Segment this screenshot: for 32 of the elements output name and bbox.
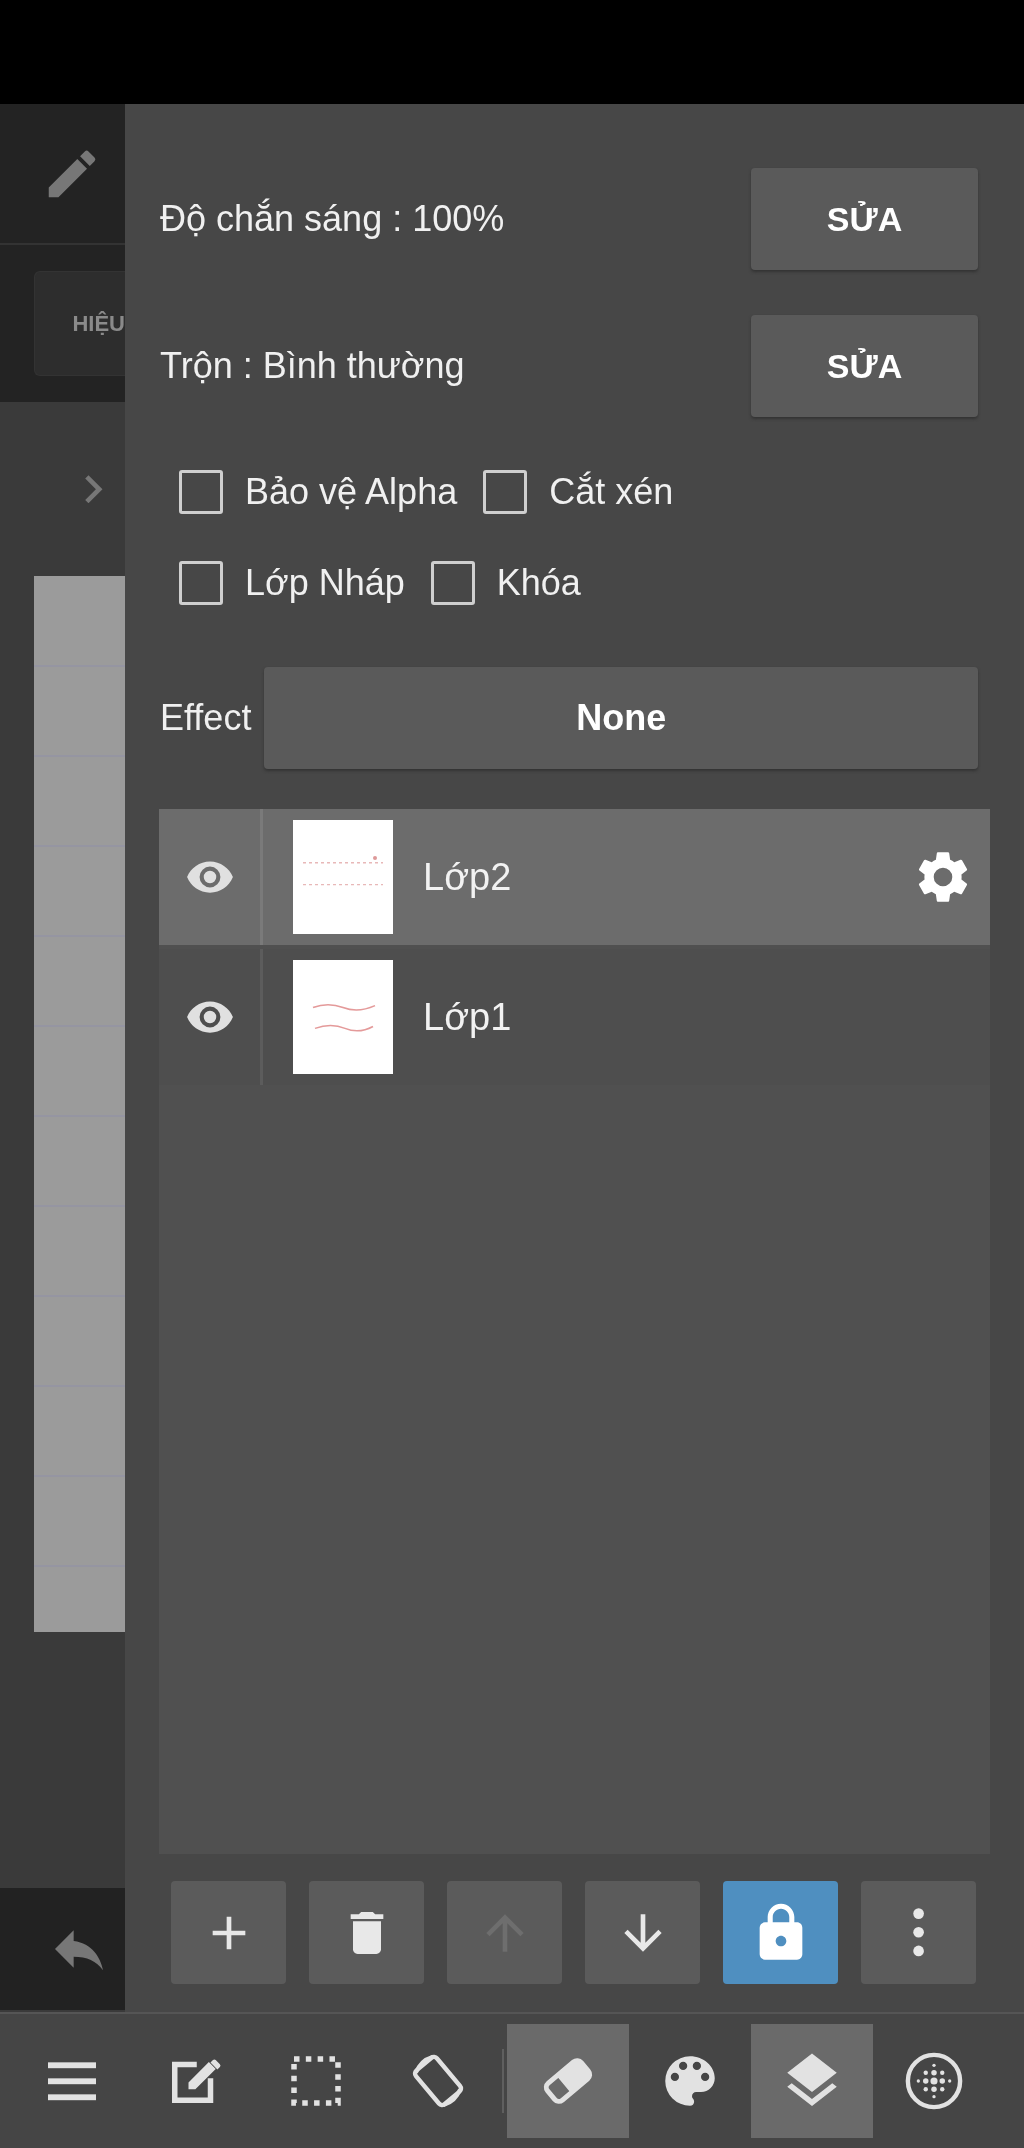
checkbox-option[interactable]: Khóa	[430, 561, 581, 605]
arrow-down-button[interactable]	[585, 1881, 700, 1984]
opacity-label: Độ chắn sáng : 100%	[159, 198, 505, 240]
layer-name: Lớp1	[423, 995, 513, 1039]
more-button[interactable]	[861, 1881, 976, 1984]
checkbox-option[interactable]: Lớp Nháp	[179, 561, 405, 605]
checkbox[interactable]	[483, 470, 528, 514]
checkbox[interactable]	[430, 561, 475, 605]
undo-button[interactable]	[0, 1888, 125, 2010]
chevron-right-icon	[85, 474, 103, 504]
layers-tool[interactable]	[751, 2024, 873, 2138]
trash-button[interactable]	[309, 1881, 424, 1984]
checkbox-label: Khóa	[496, 562, 581, 604]
checkbox-label: Cắt xén	[549, 471, 674, 513]
effect-label: Effect	[159, 697, 252, 739]
checkbox[interactable]	[179, 470, 223, 514]
checkbox-label: Lớp Nháp	[245, 562, 405, 604]
edit-button[interactable]: SỬA	[751, 168, 978, 270]
plus-button[interactable]	[171, 1881, 286, 1984]
checkbox-option[interactable]: Cắt xén	[483, 470, 674, 514]
eraser-tool[interactable]	[507, 2024, 629, 2138]
layer-row[interactable]: Lớp2	[159, 809, 990, 945]
side-tab[interactable]: HIỆU	[34, 271, 125, 376]
checkbox[interactable]	[179, 561, 223, 605]
lock-button[interactable]	[723, 1881, 838, 1984]
blend-label: Trộn : Bình thường	[159, 345, 465, 387]
more-icon	[912, 1908, 925, 1957]
checkbox-option[interactable]: Bảo vệ Alpha	[179, 470, 458, 514]
effect-button[interactable]: None	[264, 667, 978, 769]
checkbox-label: Bảo vệ Alpha	[245, 471, 458, 513]
edit-button[interactable]: SỬA	[751, 315, 978, 417]
layer-name: Lớp2	[423, 855, 513, 899]
